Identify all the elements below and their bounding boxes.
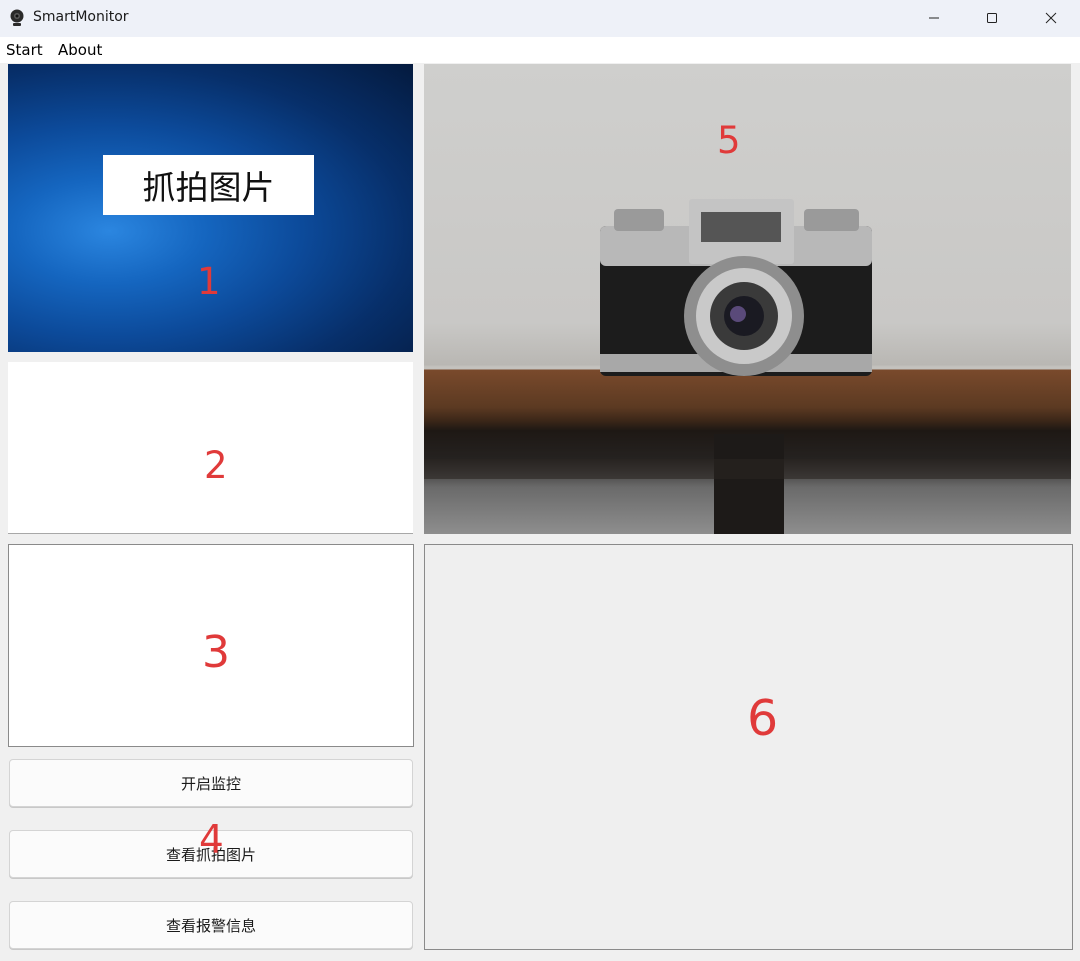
camera-photo-icon (424, 199, 1071, 534)
window-title: SmartMonitor (33, 9, 129, 25)
capture-image-panel: 抓拍图片 1 (8, 64, 413, 352)
maximize-icon (986, 9, 998, 28)
maximize-button[interactable] (963, 0, 1021, 37)
info-panel-3: 3 (8, 544, 414, 747)
minimize-icon (928, 9, 940, 28)
annotation-number-4: 4 (199, 818, 224, 863)
title-bar: SmartMonitor (0, 0, 1080, 37)
start-monitoring-label: 开启监控 (180, 774, 241, 793)
close-icon (1045, 9, 1057, 28)
minimize-button[interactable] (905, 0, 963, 37)
view-alarm-info-label: 查看报警信息 (165, 916, 256, 935)
close-button[interactable] (1022, 0, 1080, 37)
webcam-icon (9, 8, 25, 28)
info-panel-2: 2 (8, 362, 413, 534)
info-panel-6: 6 (424, 544, 1073, 950)
capture-image-label: 抓拍图片 (103, 155, 314, 215)
view-alarm-info-button[interactable]: 查看报警信息 (9, 901, 413, 949)
menu-item-about[interactable]: About (58, 41, 102, 59)
menu-bar: Start About (0, 37, 1080, 63)
annotation-number-1: 1 (197, 260, 221, 303)
annotation-number-3: 3 (202, 627, 230, 678)
annotation-number-5: 5 (717, 119, 741, 162)
start-monitoring-button[interactable]: 开启监控 (9, 759, 413, 807)
video-preview-panel: 5 (424, 64, 1071, 534)
annotation-number-6: 6 (747, 690, 779, 747)
annotation-number-2: 2 (204, 444, 228, 487)
menu-item-start[interactable]: Start (6, 41, 43, 59)
